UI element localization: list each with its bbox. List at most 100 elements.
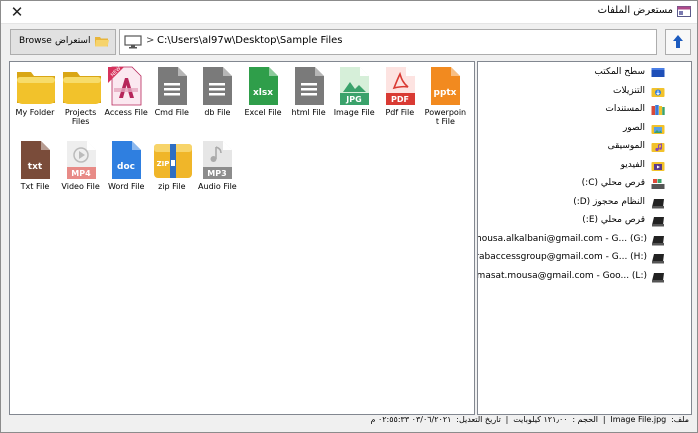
audio-file-icon: MP3 [197,140,237,180]
file-item[interactable]: txt Txt File [13,140,57,191]
tree-item[interactable]: سطح المكتب [481,65,691,82]
status-separator: | [602,415,606,424]
pdf-file-icon: PDF [380,66,420,106]
tree-item[interactable]: masat.mousa@gmail.com - Goo... (L:) [478,269,691,286]
title-bar: مستعرض الملفات ✕ [1,1,697,24]
close-button[interactable]: ✕ [3,1,31,23]
file-item[interactable]: PDF Pdf File [378,66,422,117]
file-item[interactable]: html File [287,66,331,117]
window-title: مستعرض الملفات [597,5,673,16]
desktop-icon [651,67,665,79]
file-item[interactable]: xlsx Excel File [241,66,285,117]
tree-item-label: النظام محجوز (D:) [573,196,645,207]
tree-item-label: masat.mousa@gmail.com - Goo... (L:) [477,270,647,281]
file-name-label: Projects Files [64,108,97,126]
svg-text:xlsx: xlsx [253,88,273,98]
current-path: C:\Users\al97w\Desktop\Sample Files [157,35,343,46]
browse-button[interactable]: Browse استعراض [10,29,116,55]
word-file-icon: doc [106,140,146,180]
file-item[interactable]: doc Word File [104,140,148,191]
tree-item-label: قرص محلي (E:) [582,215,645,225]
file-name-label: Powerpoint File [424,108,467,126]
status-modified-value: ٠٣/٠٦/٢٠٢١ ٠٢:٥٥:٣٣ م [370,415,452,424]
pictures-icon [651,123,665,135]
videos-icon [651,160,665,172]
svg-text:MP4: MP4 [71,169,91,178]
tree-item[interactable]: التنزيلات [481,84,691,101]
svg-text:JPG: JPG [345,95,361,104]
zip-file-icon: ZIP [152,140,192,180]
computer-icon [124,35,142,49]
file-item[interactable]: ZIP zip File [150,140,194,191]
documents-icon [651,104,665,116]
file-item[interactable]: MP3 Audio File [195,140,239,191]
music-icon [651,141,665,153]
tree-item[interactable]: mousa.alkalbani@gmail.com - G... (G:) [478,232,691,249]
tree-item[interactable]: الفيديو [481,158,691,175]
file-item[interactable]: MP4 Video File [59,140,103,191]
cmd-file-icon [152,66,192,106]
tree-item[interactable]: rabaccessgroup@gmail.com - G... (H:) [478,250,691,267]
path-separator: > [146,35,155,46]
files-pane[interactable]: My Folder Projects Files NEW Access File Cmd… [9,61,475,415]
file-name-label: Access File [104,108,148,117]
toolbar: Browse استعراض > C:\Users\al97w\Desktop\… [9,29,691,57]
file-name-label: Audio File [198,182,237,191]
folder-icon [61,66,101,106]
up-folder-button[interactable] [665,29,691,55]
svg-text:pptx: pptx [434,88,457,98]
image-file-icon: JPG [334,66,374,106]
folder-icon [15,66,55,106]
drive-icon [651,271,665,283]
drive-icon [651,252,665,264]
file-name-label: Image File [333,108,375,117]
tree-item-label: الموسيقى [607,141,645,151]
drive-icon [651,215,665,227]
file-item[interactable]: JPG Image File [332,66,376,117]
svg-text:txt: txt [28,162,43,172]
file-browser-window: مستعرض الملفات ✕ Browse استعراض > C:\Use… [0,0,698,433]
open-folder-icon [95,37,109,47]
file-name-label: Excel File [244,108,282,117]
tree-item[interactable]: الصور [481,121,691,138]
tree-item[interactable]: المستندات [481,102,691,119]
tree-item[interactable]: الموسيقى [481,139,691,156]
app-icon [677,6,691,17]
file-name-label: zip File [158,182,186,191]
file-name-label: html File [291,108,326,117]
tree-item[interactable]: النظام محجوز (D:) [481,195,691,212]
drive-icon [651,234,665,246]
status-modified-label: تاريخ التعديل: [456,415,501,424]
file-name-label: Cmd File [154,108,189,117]
video-file-icon: MP4 [61,140,101,180]
file-name-label: Pdf File [385,108,415,117]
tree-item-label: الفيديو [620,159,645,170]
tree-item-label: المستندات [605,104,645,114]
file-item[interactable]: My Folder [13,66,57,117]
tree-item[interactable]: قرص محلي (C:) [481,176,691,193]
db-file-icon [197,66,237,106]
file-name-label: Video File [61,182,100,191]
tree-item-label: rabaccessgroup@gmail.com - G... (H:) [477,252,647,262]
svg-text:MP3: MP3 [208,169,227,178]
txt-file-icon: txt [15,140,55,180]
svg-text:doc: doc [117,162,135,172]
file-name-label: My Folder [15,108,55,117]
file-item[interactable]: Projects Files [59,66,103,126]
up-arrow-icon [673,35,683,48]
file-item[interactable]: NEW Access File [104,66,148,117]
file-item[interactable]: db File [195,66,239,117]
tree-item-label: قرص محلي (C:) [581,178,645,188]
downloads-icon [651,86,665,98]
browse-label-en: Browse [19,36,52,46]
status-file-name: Image File.jpg [610,415,667,424]
status-file-label: ملف: [671,415,689,424]
tree-item-label: سطح المكتب [594,67,645,77]
status-size-label: الحجم : [572,415,598,424]
folder-tree[interactable]: سطح المكتب التنزيلات المستندات الصور الموسيق… [477,61,692,415]
svg-text:ZIP: ZIP [156,160,169,168]
address-bar[interactable]: > C:\Users\al97w\Desktop\Sample Files [119,29,657,55]
file-item[interactable]: Cmd File [150,66,194,117]
tree-item[interactable]: قرص محلي (E:) [481,213,691,230]
file-item[interactable]: pptx Powerpoint File [423,66,467,126]
